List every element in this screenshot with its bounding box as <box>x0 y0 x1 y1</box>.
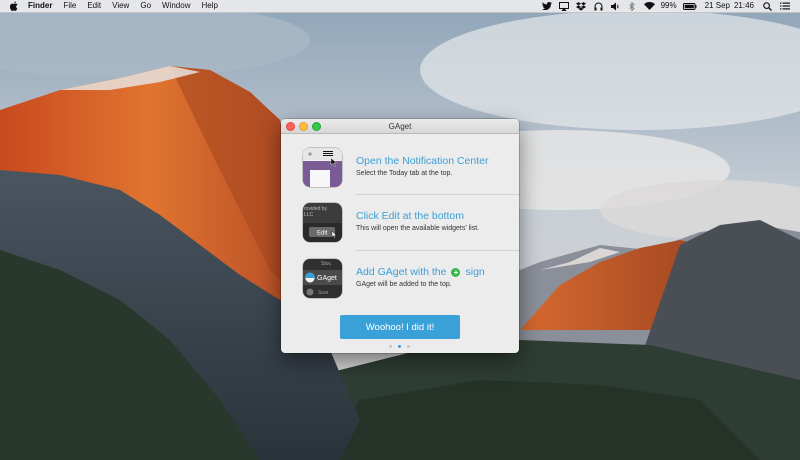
twitter-icon[interactable] <box>542 2 553 11</box>
step-3-subtitle: GAget will be added to the top. <box>356 281 452 288</box>
menu-bar: Finder File Edit View Go Window Help 99% <box>0 0 800 13</box>
plus-icon: + <box>451 267 461 277</box>
page-dot[interactable] <box>407 345 410 348</box>
divider <box>356 194 519 195</box>
page-dot[interactable] <box>398 345 401 348</box>
step-3-title-end: sign <box>465 266 485 278</box>
menu-window[interactable]: Window <box>162 0 190 12</box>
search-icon[interactable] <box>762 1 773 11</box>
menu-help[interactable]: Help <box>201 0 217 12</box>
apple-menu-icon[interactable] <box>10 1 20 11</box>
menu-view[interactable]: View <box>112 0 129 12</box>
step-1-title: Open the Notification Center <box>356 155 489 167</box>
battery-percent: 99% <box>660 1 677 10</box>
menu-edit[interactable]: Edit <box>87 0 101 12</box>
status-area: 99% 21 Sep 21:46 <box>536 0 800 12</box>
close-button[interactable] <box>286 122 295 131</box>
page-indicator <box>389 345 416 348</box>
list-icon[interactable] <box>779 2 790 11</box>
step-3-title: Add GAget with the + sign <box>356 266 485 278</box>
menubar-date[interactable]: 21 Sep <box>705 0 730 12</box>
step-3-title-start: Add GAget with the <box>356 266 447 278</box>
volume-icon[interactable] <box>610 2 621 11</box>
notification-center-thumbnail <box>303 148 342 187</box>
zoom-button[interactable] <box>312 122 321 131</box>
page-dot[interactable] <box>389 345 392 348</box>
step-2-title: Click Edit at the bottom <box>356 210 464 222</box>
step-click-edit: rovided by LLC Edit Click Edit at the bo… <box>303 203 519 253</box>
thumb-llc-text: LLC <box>304 212 314 218</box>
step-1-subtitle: Select the Today tab at the top. <box>356 170 453 177</box>
step-2-subtitle: This will open the available widgets' li… <box>356 225 480 232</box>
edit-button-thumbnail: rovided by LLC Edit <box>303 203 342 242</box>
thumb-search-text: Sear <box>318 290 329 296</box>
airplay-icon[interactable] <box>559 1 570 11</box>
menu-file[interactable]: File <box>63 0 76 12</box>
battery-icon[interactable] <box>682 2 697 11</box>
minimize-button[interactable] <box>299 122 308 131</box>
done-button[interactable]: Woohoo! I did it! <box>340 315 460 339</box>
step-open-notification-center: Open the Notification Center Select the … <box>303 148 519 198</box>
gaget-widget-thumbnail: Stoc GAget Sear <box>303 259 342 298</box>
gaget-window: GAget Open the Notification Center Selec… <box>281 119 519 353</box>
divider <box>356 250 519 251</box>
menu-app-name[interactable]: Finder <box>28 0 52 12</box>
thumb-stocks-text: Stoc <box>321 261 332 267</box>
onboarding-content: Open the Notification Center Select the … <box>281 134 519 353</box>
thumb-gaget-text: GAget <box>317 275 337 282</box>
bluetooth-icon[interactable] <box>627 1 638 11</box>
step-add-gaget: Stoc GAget Sear Add GAget with the + sig… <box>303 259 519 309</box>
menubar-time[interactable]: 21:46 <box>734 0 754 12</box>
menu-go[interactable]: Go <box>140 0 151 12</box>
thumb-edit-text: Edit <box>317 231 328 237</box>
window-controls <box>286 122 325 131</box>
window-title: GAget <box>388 121 412 131</box>
dropbox-icon[interactable] <box>576 1 587 11</box>
headphones-icon[interactable] <box>593 2 604 11</box>
window-titlebar[interactable]: GAget <box>281 119 519 134</box>
wifi-icon[interactable] <box>643 2 655 11</box>
